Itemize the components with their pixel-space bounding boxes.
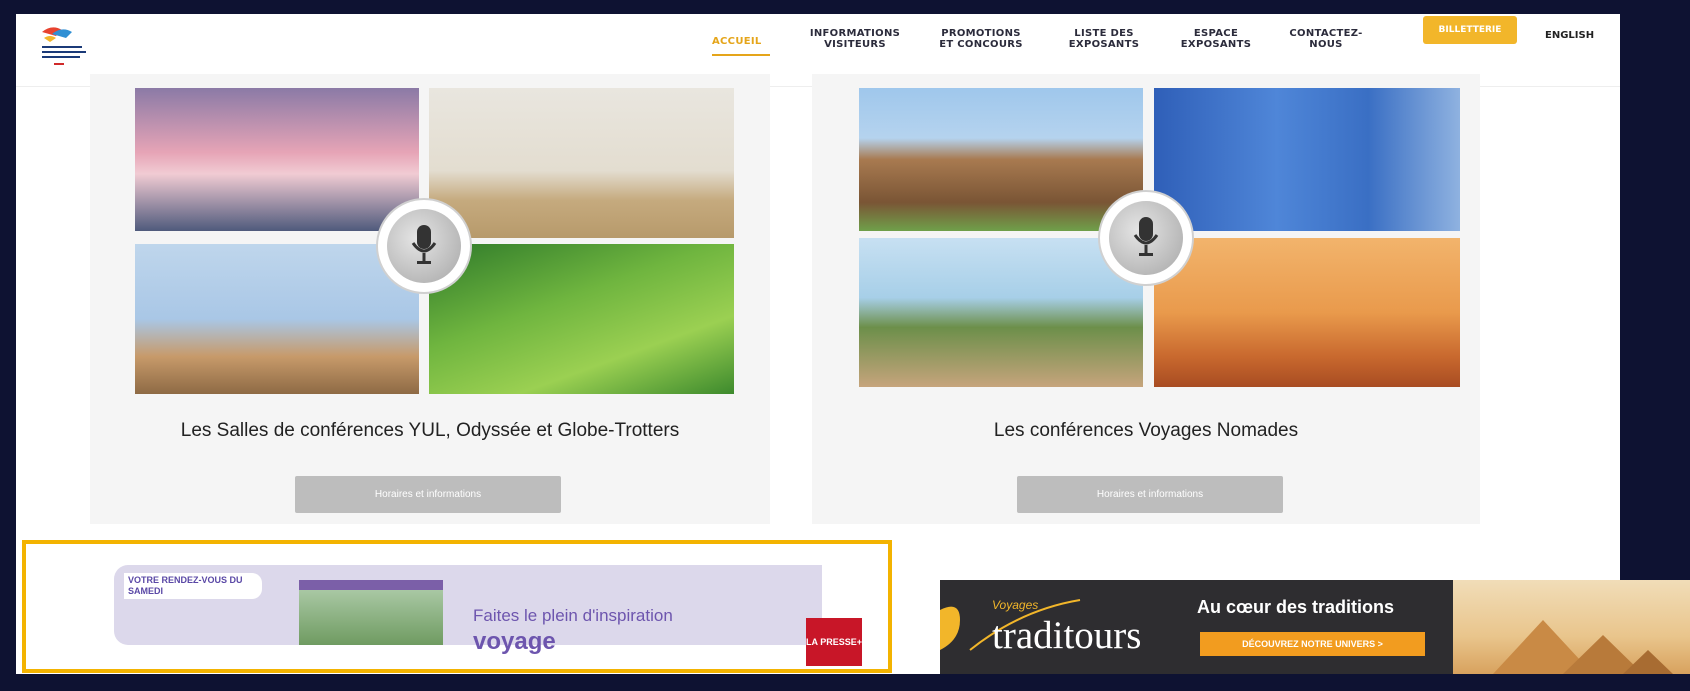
language-switch-link[interactable]: ENGLISH: [1545, 30, 1594, 41]
traditours-pre-label: Voyages: [992, 598, 1039, 612]
card-title: Les Salles de conférences YUL, Odyssée e…: [180, 420, 680, 441]
camel-sphinx-image: [135, 244, 419, 394]
highlight-frame: [22, 540, 892, 673]
pyramids-image: [1453, 580, 1690, 674]
colosseum-image: [859, 88, 1143, 231]
nav-espace-exposants[interactable]: ESPACE EXPOSANTS: [1176, 28, 1256, 50]
nav-promotions-concours[interactable]: PROMOTIONS ET CONCOURS: [936, 28, 1026, 50]
globe-microphone-icon: [1100, 192, 1192, 284]
nav-accueil[interactable]: ACCUEIL: [712, 36, 762, 47]
desert-camels-image: [1154, 238, 1460, 387]
safari-jeep-image: [859, 238, 1143, 387]
right-dark-panel: [1620, 14, 1690, 541]
globe-microphone-icon: [378, 200, 470, 292]
elephants-image: [429, 88, 734, 238]
traditours-tagline: Au cœur des traditions: [1197, 597, 1395, 617]
card-title: Les conférences Voyages Nomades: [993, 420, 1299, 441]
nav-contactez-nous[interactable]: CONTACTEZ-NOUS: [1286, 28, 1366, 50]
schedule-info-button[interactable]: Horaires et informations: [295, 476, 561, 513]
schedule-info-button[interactable]: Horaires et informations: [1017, 476, 1283, 513]
conference-card-yul: Les Salles de conférences YUL, Odyssée e…: [90, 74, 770, 524]
site-logo[interactable]: [38, 22, 94, 72]
nav-liste-exposants[interactable]: LISTE DES EXPOSANTS: [1063, 28, 1145, 50]
billetterie-button[interactable]: BILLETTERIE: [1423, 16, 1517, 44]
traditours-logo: traditours: [992, 614, 1142, 657]
conference-card-nomades: Les conférences Voyages Nomades Horaires…: [812, 74, 1480, 524]
traditours-cta-button[interactable]: DÉCOUVREZ NOTRE UNIVERS >: [1200, 632, 1425, 656]
rice-terraces-image: [429, 244, 734, 394]
chefchaouen-image: [1154, 88, 1460, 231]
nav-active-underline: [712, 54, 770, 56]
santorini-image: [135, 88, 419, 231]
nav-informations-visiteurs[interactable]: INFORMATIONS VISITEURS: [800, 28, 910, 50]
